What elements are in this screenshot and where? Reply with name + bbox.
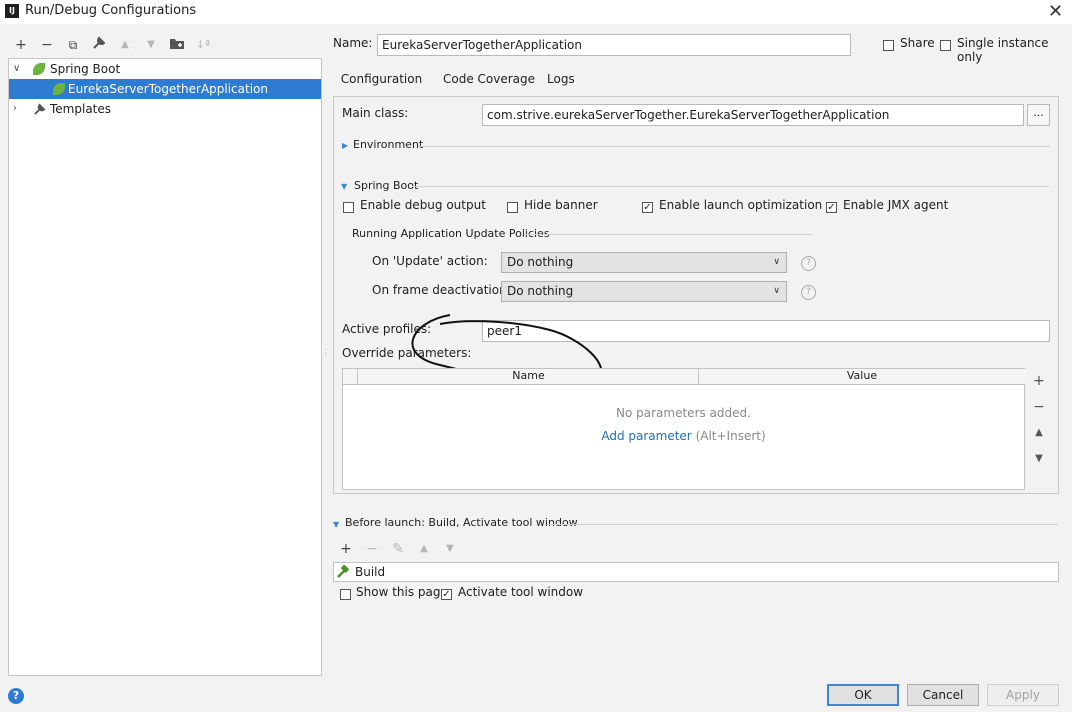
move-down-icon[interactable]: ▼: [142, 36, 160, 54]
environment-section-title[interactable]: Environment: [353, 138, 423, 151]
before-launch-divider: [548, 524, 1058, 525]
cancel-button[interactable]: Cancel: [907, 684, 979, 706]
column-header-name[interactable]: Name: [357, 369, 699, 385]
update-action-label: On 'Update' action:: [372, 254, 488, 268]
tree-item-eureka-server[interactable]: EurekaServerTogetherApplication: [9, 79, 321, 99]
close-icon[interactable]: ✕: [1048, 1, 1063, 22]
name-input[interactable]: EurekaServerTogetherApplication: [377, 34, 851, 56]
activate-tool-window-label: Activate tool window: [458, 585, 584, 599]
help-icon[interactable]: ?: [8, 688, 24, 704]
activate-tool-window-checkbox[interactable]: ✓: [441, 589, 452, 600]
enable-debug-label: Enable debug output: [360, 198, 486, 212]
frame-deactivation-value: Do nothing: [507, 284, 574, 298]
browse-main-class-button[interactable]: ...: [1027, 104, 1050, 126]
remove-parameter-button[interactable]: −: [1030, 399, 1048, 415]
add-parameter-shortcut: (Alt+Insert): [695, 429, 766, 443]
override-parameters-table[interactable]: Name Value No parameters added. Add para…: [342, 368, 1025, 490]
spring-boot-icon: [33, 63, 45, 75]
show-page-label: Show this page: [356, 585, 448, 599]
wrench-icon-svg: [93, 36, 106, 49]
tree-templates-label: Templates: [50, 102, 112, 116]
move-task-down-icon[interactable]: ▼: [441, 540, 459, 558]
add-task-icon[interactable]: +: [337, 540, 355, 558]
spring-boot-divider: [412, 186, 1049, 187]
tree-group-label: Spring Boot: [50, 62, 121, 76]
move-task-up-icon[interactable]: ▲: [415, 540, 433, 558]
help-icon[interactable]: ?: [801, 285, 816, 300]
expand-down-icon[interactable]: ▼: [333, 520, 339, 529]
templates-wrench-svg: [34, 103, 46, 115]
edit-task-icon[interactable]: ✎: [389, 540, 407, 558]
window-title: Run/Debug Configurations: [25, 3, 197, 18]
single-instance-label: Single instance only: [957, 36, 1049, 64]
main-class-label: Main class:: [342, 106, 409, 120]
hammer-icon: [336, 564, 350, 582]
column-header-value[interactable]: Value: [698, 369, 1025, 385]
update-policies-title: Running Application Update Policies: [352, 227, 550, 240]
tree-group-templates[interactable]: › Templates: [9, 99, 321, 119]
splitter-handle[interactable]: ⋮: [322, 348, 330, 360]
hide-banner-label: Hide banner: [524, 198, 598, 212]
configuration-tree[interactable]: ∨ Spring Boot EurekaServerTogetherApplic…: [8, 58, 322, 676]
folder-icon-svg: [170, 39, 184, 49]
hammer-icon-svg: [337, 564, 350, 578]
expand-down-icon[interactable]: ▼: [341, 182, 347, 191]
single-instance-checkbox[interactable]: [940, 40, 951, 51]
before-launch-title[interactable]: Before launch: Build, Activate tool wind…: [345, 516, 578, 529]
remove-task-icon[interactable]: −: [363, 540, 381, 558]
chevron-down-icon: ∨: [773, 286, 780, 296]
tab-code-coverage[interactable]: Code Coverage: [443, 70, 535, 96]
ok-button[interactable]: OK: [827, 684, 899, 706]
tab-configuration[interactable]: Configuration: [333, 70, 430, 98]
environment-divider: [418, 146, 1050, 147]
remove-icon[interactable]: −: [38, 36, 56, 54]
jmx-agent-checkbox[interactable]: ✓: [826, 202, 837, 213]
tab-logs[interactable]: Logs: [547, 70, 575, 96]
copy-icon[interactable]: ⧉: [64, 36, 82, 54]
update-action-select[interactable]: Do nothing ∨: [501, 252, 787, 273]
add-parameter-button[interactable]: +: [1030, 373, 1048, 389]
chevron-right-icon[interactable]: ›: [13, 99, 17, 119]
update-policies-divider: [524, 234, 813, 235]
main-class-input[interactable]: com.strive.eurekaServerTogether.EurekaSe…: [482, 104, 1024, 126]
share-label: Share: [900, 36, 935, 50]
wrench-icon[interactable]: [90, 36, 108, 54]
chevron-down-icon: ∨: [773, 257, 780, 267]
frame-deactivation-select[interactable]: Do nothing ∨: [501, 281, 787, 302]
before-launch-task-label: Build: [355, 565, 386, 579]
hide-banner-checkbox[interactable]: [507, 202, 518, 213]
add-parameter-link[interactable]: Add parameter: [601, 429, 691, 443]
move-up-icon[interactable]: ▲: [116, 36, 134, 54]
show-page-checkbox[interactable]: [340, 589, 351, 600]
move-parameter-up-button[interactable]: ▲: [1030, 427, 1048, 438]
before-launch-task-row[interactable]: Build: [333, 562, 1059, 582]
chevron-down-icon[interactable]: ∨: [13, 59, 20, 79]
apply-button[interactable]: Apply: [987, 684, 1059, 706]
intellij-app-icon: IJ: [5, 4, 19, 18]
add-parameter-row: Add parameter (Alt+Insert): [343, 429, 1024, 443]
update-action-value: Do nothing: [507, 255, 574, 269]
jmx-agent-label: Enable JMX agent: [843, 198, 949, 212]
help-icon[interactable]: ?: [801, 256, 816, 271]
table-header-spacer: [343, 369, 357, 385]
add-icon[interactable]: +: [12, 36, 30, 54]
empty-table-text: No parameters added.: [616, 406, 751, 420]
sort-icon[interactable]: ↓ª: [194, 36, 212, 54]
launch-optimization-label: Enable launch optimization: [659, 198, 823, 212]
name-label: Name:: [333, 36, 373, 50]
folder-icon[interactable]: [168, 36, 186, 54]
move-parameter-down-button[interactable]: ▼: [1030, 453, 1048, 464]
share-checkbox[interactable]: [883, 40, 894, 51]
spring-boot-icon: [53, 83, 65, 95]
expand-right-icon[interactable]: ▶: [342, 141, 348, 150]
tree-group-spring-boot[interactable]: ∨ Spring Boot: [9, 59, 321, 79]
frame-deactivation-label: On frame deactivation:: [372, 283, 511, 297]
launch-optimization-checkbox[interactable]: ✓: [642, 202, 653, 213]
spring-boot-section-title[interactable]: Spring Boot: [354, 179, 418, 192]
tree-item-label: EurekaServerTogetherApplication: [68, 82, 268, 96]
wrench-icon: [33, 102, 46, 122]
enable-debug-checkbox[interactable]: [343, 202, 354, 213]
